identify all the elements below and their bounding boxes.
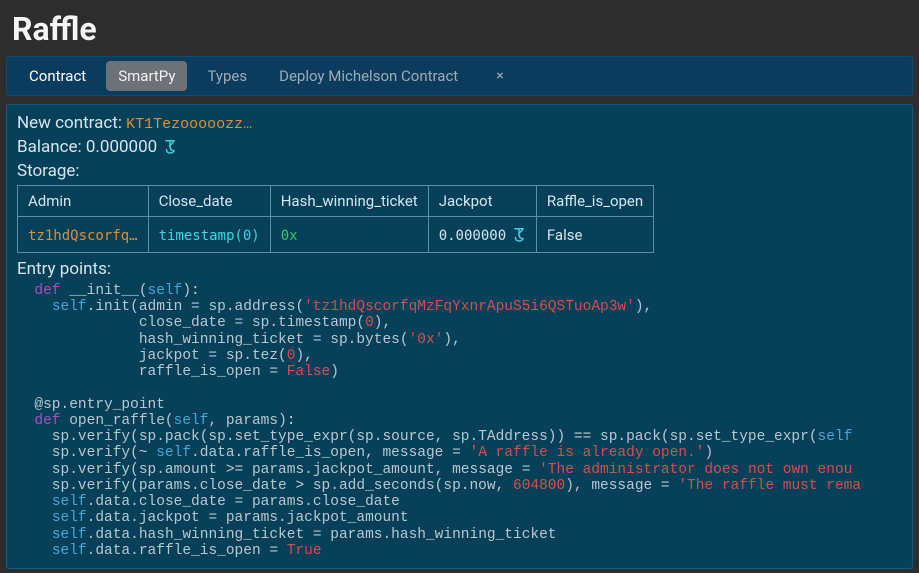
val-open: False	[547, 226, 583, 244]
tab-smartpy[interactable]: SmartPy	[106, 61, 187, 91]
contract-address: KT1Tezooooozz…	[126, 116, 252, 133]
code-msg-remain: 'The raffle must rema	[678, 478, 861, 494]
val-admin: tz1hdQscorfq…	[28, 228, 138, 244]
code-msg-admin: 'The administrator does not own enou	[539, 462, 852, 478]
page-title: Raffle	[0, 0, 919, 56]
tab-deploy[interactable]: Deploy Michelson Contract	[267, 61, 470, 91]
tab-bar: Contract SmartPy Types Deploy Michelson …	[6, 56, 913, 96]
code-block: def __init__(self): self.init(admin = sp…	[17, 283, 902, 558]
col-jackpot: Jackpot	[428, 186, 536, 217]
balance-label: Balance:	[17, 137, 86, 157]
table-row: tz1hdQscorfq… timestamp(0) 0x 0.000000 F…	[18, 217, 654, 253]
code-seconds: 604800	[513, 478, 565, 494]
col-hash: Hash_winning_ticket	[270, 186, 428, 217]
storage-table: Admin Close_date Hash_winning_ticket Jac…	[17, 185, 654, 253]
val-close-date: timestamp(0)	[159, 228, 260, 244]
table-row: Admin Close_date Hash_winning_ticket Jac…	[18, 186, 654, 217]
content-scroll[interactable]: New contract: KT1Tezooooozz… Balance: 0.…	[17, 113, 902, 558]
tab-types[interactable]: Types	[195, 61, 259, 91]
tez-icon	[512, 225, 526, 243]
close-icon[interactable]: ×	[496, 68, 503, 84]
tab-contract[interactable]: Contract	[17, 61, 98, 91]
col-close-date: Close_date	[148, 186, 270, 217]
col-admin: Admin	[18, 186, 149, 217]
balance-line: Balance: 0.000000	[17, 137, 902, 157]
val-jackpot: 0.000000	[439, 228, 506, 244]
code-admin-addr: 'tz1hdQscorfqMzFqYxnrApuS5i6QSTuoAp3w'	[304, 299, 635, 315]
new-contract-line: New contract: KT1Tezooooozz…	[17, 113, 902, 133]
new-contract-label: New contract:	[17, 113, 126, 133]
content-panel: New contract: KT1Tezooooozz… Balance: 0.…	[6, 104, 913, 569]
balance-value: 0.000000	[86, 137, 157, 157]
entry-points-label: Entry points:	[17, 259, 902, 279]
val-hash: 0x	[281, 228, 298, 244]
code-msg-open: 'A raffle is already open.'	[470, 445, 705, 461]
tez-icon	[163, 137, 177, 155]
storage-label: Storage:	[17, 161, 902, 181]
col-raffle-open: Raffle_is_open	[536, 186, 653, 217]
